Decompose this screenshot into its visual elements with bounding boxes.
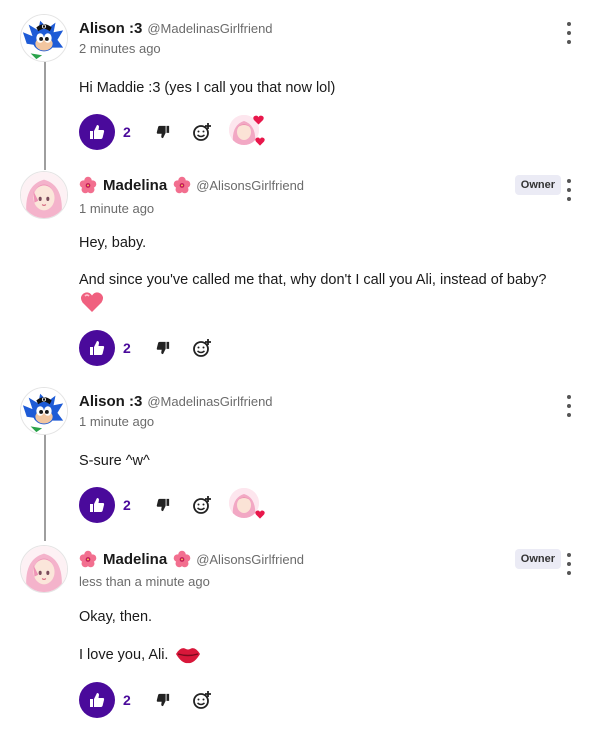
svg-text:O: O bbox=[42, 397, 47, 403]
owner-badge: Owner bbox=[514, 549, 561, 569]
like-button[interactable] bbox=[79, 487, 115, 523]
thumbs-down-icon bbox=[156, 125, 170, 139]
like-button[interactable] bbox=[79, 330, 115, 366]
timestamp: 1 minute ago bbox=[79, 414, 155, 429]
comment-text: Hey, baby. bbox=[79, 235, 147, 251]
like-count: 2 bbox=[123, 124, 131, 140]
comment-text: S-sure ^w^ bbox=[79, 453, 150, 469]
comment: O Alison :3 @MadelinasGirlfriend 1 minut… bbox=[0, 387, 597, 537]
thumbs-up-icon bbox=[90, 341, 105, 355]
owner-badge: Owner bbox=[514, 175, 561, 195]
svg-text:O: O bbox=[42, 24, 47, 30]
comment: Madelina @AlisonsGirlfriend Owner 1 minu… bbox=[0, 171, 597, 371]
more-options-button[interactable] bbox=[561, 553, 577, 575]
comment-header: Madelina @AlisonsGirlfriend bbox=[79, 549, 304, 569]
like-count: 2 bbox=[123, 497, 131, 513]
hibiscus-icon bbox=[79, 550, 97, 568]
pink-hair-avatar-icon bbox=[21, 546, 67, 592]
add-reaction-button[interactable] bbox=[191, 689, 213, 711]
comment-text: I love you, Ali. bbox=[79, 647, 169, 663]
comment: Madelina @AlisonsGirlfriend Owner less t… bbox=[0, 545, 597, 745]
dislike-button[interactable] bbox=[153, 122, 173, 142]
heart-emoji-icon bbox=[80, 292, 104, 312]
dislike-button[interactable] bbox=[153, 690, 173, 710]
pink-hair-avatar-icon bbox=[21, 172, 67, 218]
hibiscus-icon bbox=[173, 176, 191, 194]
comment-text: And since you've called me that, why don… bbox=[79, 272, 547, 288]
heart-icon bbox=[255, 137, 265, 146]
timestamp: 1 minute ago bbox=[79, 201, 155, 216]
comment-actions: 2 bbox=[79, 487, 265, 523]
comment-header: Alison :3 @MadelinasGirlfriend bbox=[79, 391, 273, 411]
avatar[interactable]: O bbox=[20, 387, 68, 435]
avatar[interactable] bbox=[20, 171, 68, 219]
more-options-button[interactable] bbox=[561, 179, 577, 201]
add-reaction-icon bbox=[193, 691, 211, 709]
comment-text: Okay, then. bbox=[79, 609, 153, 625]
author-name[interactable]: Alison :3 bbox=[79, 393, 142, 410]
add-reaction-button[interactable] bbox=[191, 494, 213, 516]
thumbs-up-icon bbox=[90, 125, 105, 139]
dislike-button[interactable] bbox=[153, 338, 173, 358]
author-name[interactable]: Alison :3 bbox=[79, 20, 142, 37]
comment-text: Hi Maddie :3 (yes I call you that now lo… bbox=[79, 80, 336, 96]
add-reaction-button[interactable] bbox=[191, 337, 213, 359]
author-handle[interactable]: @AlisonsGirlfriend bbox=[196, 552, 304, 567]
thumbs-down-icon bbox=[156, 498, 170, 512]
like-button[interactable] bbox=[79, 682, 115, 718]
like-count: 2 bbox=[123, 340, 131, 356]
more-options-button[interactable] bbox=[561, 395, 577, 417]
reaction-avatar[interactable] bbox=[229, 488, 265, 522]
heart-icon bbox=[253, 115, 264, 125]
comment-header: Alison :3 @MadelinasGirlfriend bbox=[79, 18, 273, 38]
sonic-avatar-icon: O bbox=[21, 15, 67, 61]
sonic-avatar-icon: O bbox=[21, 388, 67, 434]
thumbs-up-icon bbox=[90, 498, 105, 512]
timestamp: 2 minutes ago bbox=[79, 41, 161, 56]
hibiscus-icon bbox=[173, 550, 191, 568]
add-reaction-button[interactable] bbox=[191, 121, 213, 143]
comment: O Alison :3 @MadelinasGirlfriend 2 minut… bbox=[0, 14, 597, 164]
kiss-lips-icon bbox=[176, 648, 200, 664]
author-handle[interactable]: @MadelinasGirlfriend bbox=[147, 394, 272, 409]
thumbs-down-icon bbox=[156, 341, 170, 355]
comment-header: Madelina @AlisonsGirlfriend bbox=[79, 175, 304, 195]
more-options-button[interactable] bbox=[561, 22, 577, 44]
reaction-avatar[interactable] bbox=[229, 115, 265, 149]
thumbs-up-icon bbox=[90, 693, 105, 707]
author-handle[interactable]: @AlisonsGirlfriend bbox=[196, 178, 304, 193]
avatar[interactable] bbox=[20, 545, 68, 593]
comment-actions: 2 bbox=[79, 114, 265, 150]
author-name[interactable]: Madelina bbox=[103, 551, 167, 568]
author-handle[interactable]: @MadelinasGirlfriend bbox=[147, 21, 272, 36]
comment-actions: 2 bbox=[79, 682, 213, 718]
comment-actions: 2 bbox=[79, 330, 213, 366]
add-reaction-icon bbox=[193, 339, 211, 357]
like-button[interactable] bbox=[79, 114, 115, 150]
dislike-button[interactable] bbox=[153, 495, 173, 515]
like-count: 2 bbox=[123, 692, 131, 708]
timestamp: less than a minute ago bbox=[79, 574, 210, 589]
hibiscus-icon bbox=[79, 176, 97, 194]
add-reaction-icon bbox=[193, 123, 211, 141]
author-name[interactable]: Madelina bbox=[103, 177, 167, 194]
add-reaction-icon bbox=[193, 496, 211, 514]
avatar[interactable]: O bbox=[20, 14, 68, 62]
thumbs-down-icon bbox=[156, 693, 170, 707]
heart-icon bbox=[255, 510, 265, 519]
